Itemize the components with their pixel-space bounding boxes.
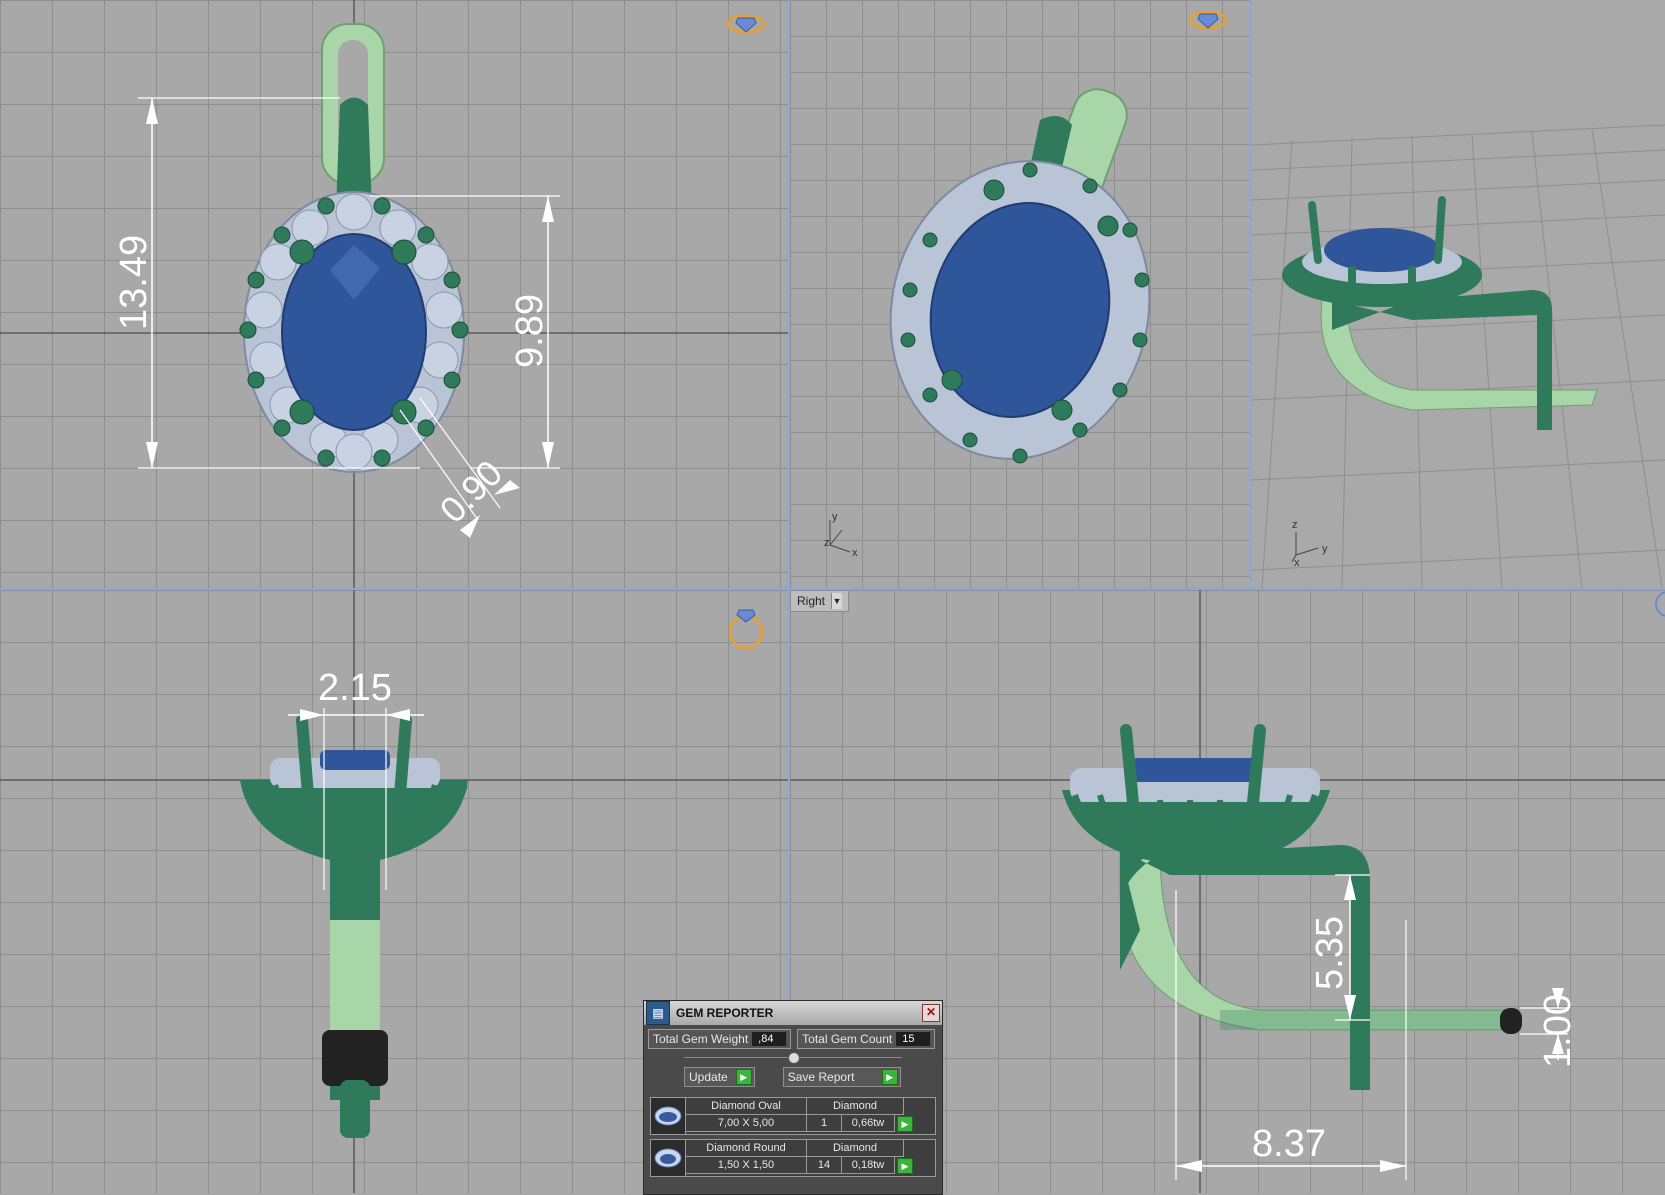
dim-height-total: 13.49 bbox=[113, 235, 155, 330]
view-selector-label: Right bbox=[797, 594, 826, 608]
dim-thickness: 1.00 bbox=[1537, 994, 1579, 1068]
gem-reporter-titlebar[interactable]: ▤ GEM REPORTER ✕ bbox=[644, 1001, 942, 1025]
gem-size: 1,50 X 1,50 bbox=[686, 1157, 807, 1174]
gem-name: Diamond Oval bbox=[686, 1098, 807, 1115]
axis-z-label: z bbox=[1292, 519, 1298, 531]
dim-gap: 5.35 bbox=[1309, 916, 1351, 990]
gem-count: 1 bbox=[807, 1115, 842, 1132]
gem-size: 7,00 X 5,00 bbox=[686, 1115, 807, 1132]
gem-weight: 0,18tw bbox=[842, 1157, 895, 1174]
total-gem-count-field: Total Gem Count 15 bbox=[797, 1029, 936, 1049]
dim-length: 8.37 bbox=[1252, 1123, 1326, 1165]
axis-x-label: x bbox=[1294, 557, 1300, 569]
gem-material: Diamond bbox=[807, 1140, 904, 1157]
viewport-perspective[interactable]: y x z bbox=[790, 0, 1250, 588]
dim-prong: 0.90 bbox=[432, 452, 511, 531]
axis-x-label: x bbox=[852, 547, 858, 559]
dim-prong-width: 2.15 bbox=[318, 667, 392, 709]
gem-material: Diamond bbox=[807, 1098, 904, 1115]
total-gem-weight-label: Total Gem Weight bbox=[653, 1032, 749, 1046]
view-selector[interactable]: Right ▼ bbox=[790, 590, 850, 612]
play-icon: ▶ bbox=[881, 1069, 898, 1085]
total-gem-count-value: 15 bbox=[896, 1032, 931, 1046]
gem-reporter-icon: ▤ bbox=[646, 1001, 670, 1025]
axis-y-label: y bbox=[832, 511, 838, 523]
save-report-button[interactable]: Save Report ▶ bbox=[782, 1067, 901, 1087]
gem-thumbnail bbox=[651, 1098, 686, 1134]
gem-name: Diamond Round bbox=[686, 1140, 807, 1157]
front-view-canvas: 13.49 9.89 0.90 bbox=[0, 0, 788, 588]
panel-splitter[interactable] bbox=[684, 1051, 902, 1065]
total-gem-weight-field: Total Gem Weight ,84 bbox=[648, 1029, 792, 1049]
perspective-view-canvas: y x z bbox=[824, 10, 1228, 559]
round-gem-icon bbox=[654, 1148, 682, 1168]
iso-view-canvas: z y x bbox=[1252, 124, 1665, 588]
play-icon[interactable]: ▶ bbox=[897, 1158, 913, 1174]
list-item[interactable]: Diamond Round Diamond 1,50 X 1,50 14 0,1… bbox=[650, 1139, 936, 1177]
axis-z-label: z bbox=[824, 537, 830, 549]
dim-stone-height: 9.89 bbox=[509, 294, 551, 368]
update-button[interactable]: Update ▶ bbox=[684, 1067, 755, 1087]
splitter-knob[interactable] bbox=[788, 1052, 800, 1064]
list-item[interactable]: Diamond Oval Diamond 7,00 X 5,00 1 0,66t… bbox=[650, 1097, 936, 1135]
gem-list: Diamond Oval Diamond 7,00 X 5,00 1 0,66t… bbox=[650, 1097, 936, 1177]
ring-view-icon[interactable] bbox=[726, 14, 766, 34]
ring-view-icon[interactable] bbox=[1655, 591, 1665, 617]
ring-view-icon[interactable] bbox=[1188, 10, 1228, 30]
total-gem-weight-value: ,84 bbox=[752, 1032, 787, 1046]
gem-reporter-title: GEM REPORTER bbox=[676, 1006, 774, 1020]
gem-weight: 0,66tw bbox=[842, 1115, 895, 1132]
gem-count: 14 bbox=[807, 1157, 842, 1174]
close-icon[interactable]: ✕ bbox=[922, 1004, 940, 1022]
gem-thumbnail bbox=[651, 1140, 686, 1176]
chevron-down-icon[interactable]: ▼ bbox=[831, 593, 843, 609]
play-icon: ▶ bbox=[735, 1069, 752, 1085]
update-button-label: Update bbox=[689, 1070, 728, 1084]
viewport-iso[interactable]: z y x bbox=[1252, 0, 1665, 588]
ring-view-icon[interactable] bbox=[728, 609, 764, 650]
total-gem-count-label: Total Gem Count bbox=[802, 1032, 893, 1046]
oval-gem-icon bbox=[654, 1106, 682, 1126]
save-report-button-label: Save Report bbox=[787, 1070, 855, 1084]
axis-y-label: y bbox=[1322, 543, 1328, 555]
gem-reporter-panel: ▤ GEM REPORTER ✕ Total Gem Weight ,84 To… bbox=[643, 1000, 943, 1195]
viewport-front[interactable]: 13.49 9.89 0.90 bbox=[0, 0, 788, 588]
play-icon[interactable]: ▶ bbox=[897, 1116, 913, 1132]
